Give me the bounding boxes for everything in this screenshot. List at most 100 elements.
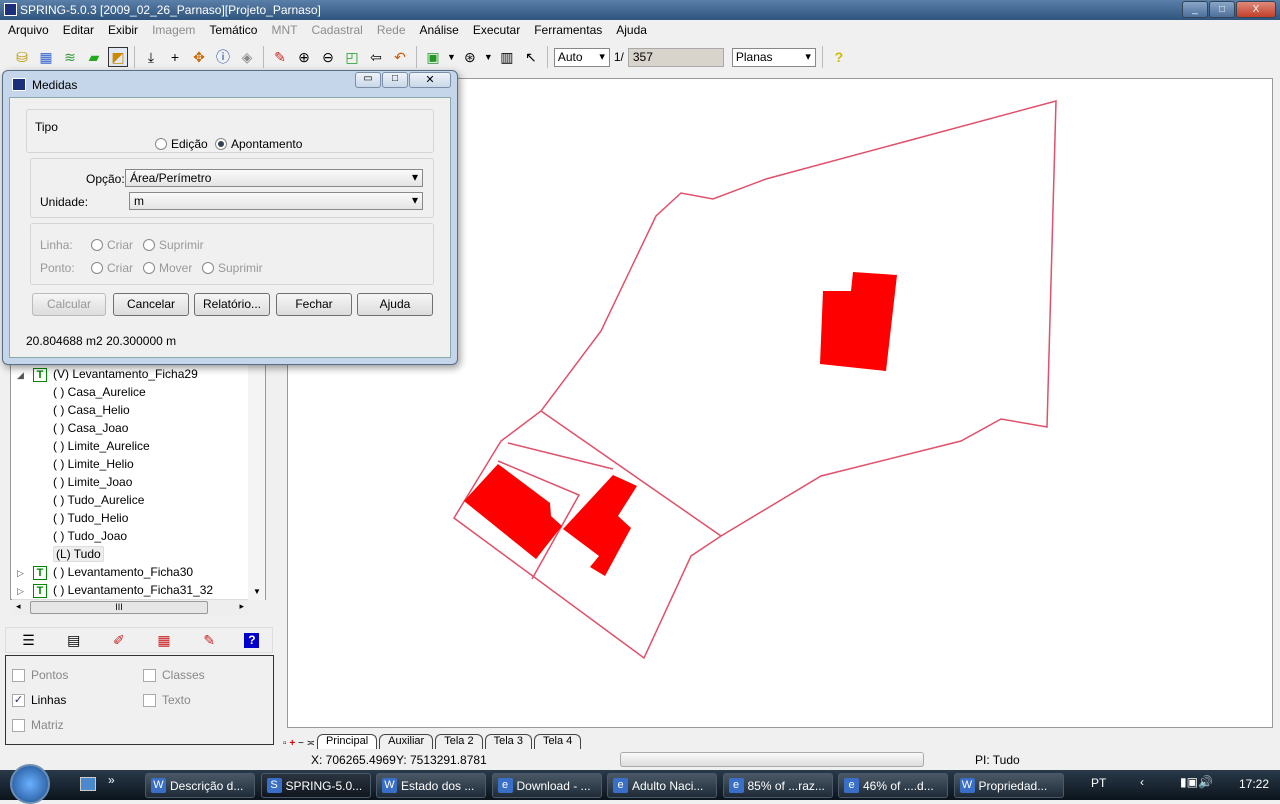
close-button[interactable]: X xyxy=(1236,1,1276,18)
tab-controls[interactable]: ▫ + − ≍ xyxy=(283,738,315,749)
pan-icon[interactable]: ✥ xyxy=(189,47,209,67)
building[interactable] xyxy=(563,475,637,576)
scroll-right-icon[interactable]: ▸ xyxy=(239,601,244,612)
menu-exibir[interactable]: Exibir xyxy=(108,23,138,42)
help-icon[interactable]: ? xyxy=(829,47,849,67)
tree-category[interactable]: ▷ T ( ) Levantamento_Ficha31_32 xyxy=(11,581,265,599)
dialog-minimize-button[interactable]: ▭ xyxy=(355,72,381,88)
quicklaunch-more-icon[interactable]: » xyxy=(108,773,115,787)
database-icon[interactable]: ⛁ xyxy=(12,47,32,67)
tree-plane[interactable]: ( ) Limite_Helio xyxy=(11,455,265,473)
plane-icon[interactable]: ▰ xyxy=(84,47,104,67)
dialog-close-button[interactable]: ✕ xyxy=(409,72,451,88)
calcular-button[interactable]: Calcular xyxy=(32,293,106,316)
start-button[interactable] xyxy=(10,764,50,804)
list-icon[interactable]: ☰ xyxy=(19,630,39,650)
scroll-down-icon[interactable]: ▼ xyxy=(253,587,261,596)
opcao-select[interactable]: Área/Perímetro xyxy=(125,169,423,187)
scroll-left-icon[interactable]: ◂ xyxy=(16,601,21,612)
cancelar-button[interactable]: Cancelar xyxy=(113,293,189,316)
tab-auxiliar[interactable]: Auxiliar xyxy=(379,734,434,749)
minimize-button[interactable]: _ xyxy=(1182,1,1208,18)
edit-table-icon[interactable]: ▦ xyxy=(154,630,174,650)
tab-tela-2[interactable]: Tela 2 xyxy=(435,734,483,749)
table-add-icon[interactable]: ▤ xyxy=(64,630,84,650)
expand-icon[interactable]: ◢ xyxy=(17,366,33,384)
parcel-outline[interactable] xyxy=(453,100,1057,660)
menu-análise[interactable]: Análise xyxy=(420,23,459,42)
tree-plane[interactable]: ( ) Tudo_Helio xyxy=(11,509,265,527)
ponto-mover-radio[interactable]: Mover xyxy=(143,261,192,275)
taskbar-item[interactable]: W Descrição d... xyxy=(145,773,255,798)
menu-imagem[interactable]: Imagem xyxy=(152,23,195,42)
tree-plane[interactable]: ( ) Tudo_Joao xyxy=(11,527,265,545)
taskbar-item[interactable]: e Adulto Naci... xyxy=(607,773,717,798)
tree-plane[interactable]: ( ) Limite_Aurelice xyxy=(11,437,265,455)
show-desktop-icon[interactable] xyxy=(80,777,96,791)
texto-checkbox[interactable]: Texto xyxy=(143,693,191,707)
taskbar-item[interactable]: S SPRING-5.0... xyxy=(260,773,371,798)
draw-mode-icon[interactable]: ▣ xyxy=(423,47,443,67)
tree-plane[interactable]: ( ) Tudo_Aurelice xyxy=(11,491,265,509)
language-indicator[interactable]: PT xyxy=(1091,776,1106,790)
ponto-criar-radio[interactable]: Criar xyxy=(91,261,133,275)
pontos-checkbox[interactable]: Pontos xyxy=(12,668,68,682)
tag-icon[interactable]: ◈ xyxy=(237,47,257,67)
classes-checkbox[interactable]: Classes xyxy=(143,668,205,682)
taskbar-item[interactable]: e 46% of ....d... xyxy=(838,773,948,798)
zoom-in-icon[interactable]: ⊕ xyxy=(294,47,314,67)
expand-icon[interactable]: ▷ xyxy=(17,564,33,582)
menu-rede[interactable]: Rede xyxy=(377,23,406,42)
info-icon[interactable]: ⓘ xyxy=(213,47,233,67)
zoom-scale-icon[interactable]: ⊛ xyxy=(460,47,480,67)
tree-plane[interactable]: ( ) Casa_Helio xyxy=(11,401,265,419)
menu-ajuda[interactable]: Ajuda xyxy=(616,23,647,42)
tree-plane[interactable]: ( ) Casa_Aurelice xyxy=(11,383,265,401)
edit-vector-icon[interactable]: ✐ xyxy=(109,630,129,650)
zoom-out-icon[interactable]: ⊖ xyxy=(318,47,338,67)
help-icon[interactable]: ? xyxy=(244,632,260,648)
cursor-icon[interactable]: ↖ xyxy=(521,47,541,67)
linhas-checkbox[interactable]: ✓ Linhas xyxy=(12,693,66,707)
menu-mnt[interactable]: MNT xyxy=(271,23,297,42)
menu-ferramentas[interactable]: Ferramentas xyxy=(534,23,602,42)
tab-principal[interactable]: Principal xyxy=(316,734,378,749)
menu-executar[interactable]: Executar xyxy=(473,23,520,42)
model-icon[interactable]: ▦ xyxy=(36,47,56,67)
maximize-button[interactable]: □ xyxy=(1209,1,1235,18)
plus-icon[interactable]: + xyxy=(165,47,185,67)
menu-editar[interactable]: Editar xyxy=(63,23,94,42)
dialog-maximize-button[interactable]: □ xyxy=(382,72,408,88)
clock[interactable]: 17:22 xyxy=(1239,777,1269,791)
menu-temático[interactable]: Temático xyxy=(209,23,257,42)
import-icon[interactable]: ⤓ xyxy=(141,47,161,67)
relatorio-button[interactable]: Relatório... xyxy=(194,293,270,316)
taskbar-item[interactable]: e Download - ... xyxy=(491,773,602,798)
tree-horizontal-scrollbar[interactable]: ◂ III ▸ xyxy=(12,599,248,615)
scroll-thumb[interactable]: III xyxy=(30,601,208,614)
scale-input[interactable]: 357 xyxy=(627,47,724,67)
layers-icon[interactable]: ≋ xyxy=(60,47,80,67)
tree-plane[interactable]: ( ) Limite_Joao xyxy=(11,473,265,491)
zoom-area-icon[interactable]: ◰ xyxy=(342,47,362,67)
building[interactable] xyxy=(820,272,897,371)
tab-tela-3[interactable]: Tela 3 xyxy=(484,734,532,749)
tree-vertical-scrollbar[interactable]: ▼ xyxy=(248,360,265,600)
tab-tela-4[interactable]: Tela 4 xyxy=(533,734,582,749)
unidade-select[interactable]: m xyxy=(129,192,423,210)
tray-expand-icon[interactable]: ‹ xyxy=(1140,775,1144,789)
expand-icon[interactable]: ▷ xyxy=(17,582,33,600)
taskbar-item[interactable]: W Estado dos ... xyxy=(376,773,486,798)
linha-suprimir-radio[interactable]: Suprimir xyxy=(143,238,204,252)
fechar-button[interactable]: Fechar xyxy=(276,293,352,316)
ajuda-button[interactable]: Ajuda xyxy=(357,293,433,316)
radio-edicao[interactable]: Edição xyxy=(155,137,208,151)
taskbar-item[interactable]: W Propriedad... xyxy=(953,773,1064,798)
undo-icon[interactable]: ↶ xyxy=(390,47,410,67)
chevron-down-icon[interactable]: ▼ xyxy=(484,52,493,62)
histogram-icon[interactable]: ▥ xyxy=(497,47,517,67)
ponto-suprimir-radio[interactable]: Suprimir xyxy=(202,261,263,275)
chevron-down-icon[interactable]: ▼ xyxy=(447,52,456,62)
pencil-icon[interactable]: ✎ xyxy=(270,47,290,67)
tree-plane[interactable]: (L) Tudo xyxy=(11,545,265,563)
